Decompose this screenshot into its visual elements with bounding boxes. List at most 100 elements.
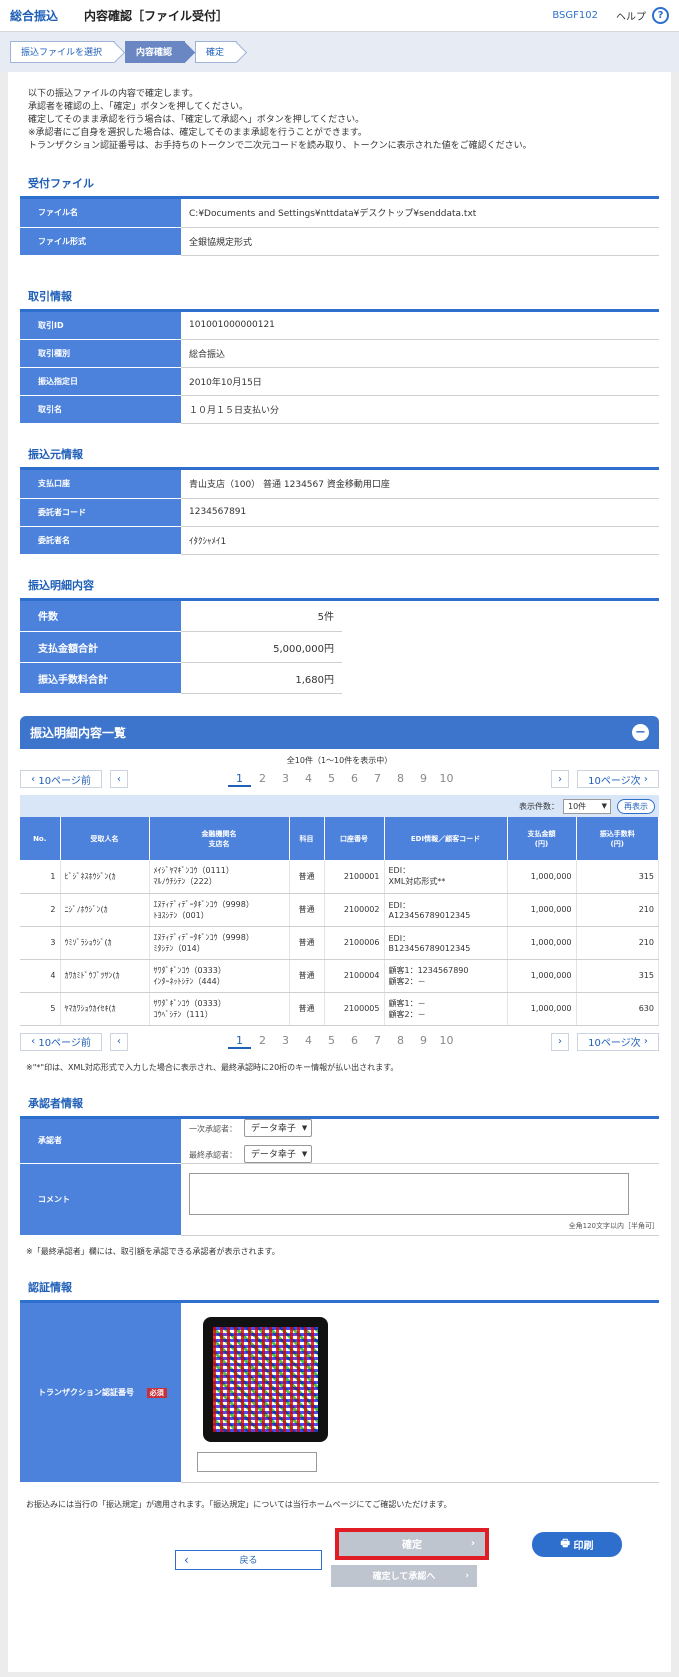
column-header: 口座番号 [324, 817, 385, 860]
comment-cell: 全角120文字以内［半角可］ [181, 1163, 659, 1236]
page-link[interactable]: 10 [435, 772, 458, 787]
page-link[interactable]: 7 [366, 772, 389, 787]
page-link[interactable]: 7 [366, 1034, 389, 1049]
payment-amount: 1,000,000 [507, 959, 577, 993]
page-link[interactable]: 4 [297, 1034, 320, 1049]
table-row: 委託者名 ｲﾀｸｼｬﾒｲ1 [20, 526, 659, 555]
display-count-value: 10件 [568, 801, 587, 811]
final-approver-value: データ幸子 [250, 1150, 296, 1160]
bank-cell: ｻﾜﾀﾞｷﾞﾝｺｳ（0333） ｲﾝﾀｰﾈｯﾄｼﾃﾝ（444） [149, 959, 290, 993]
page-link[interactable]: 9 [412, 1034, 435, 1049]
qr-code-icon [203, 1316, 328, 1442]
row-label: 振込手数料合計 [20, 662, 181, 694]
edi-cell: EDI： A123456789012345 [384, 893, 508, 927]
next-page-button[interactable]: › [551, 1032, 569, 1051]
next-page-button[interactable]: › [551, 770, 569, 788]
page-link[interactable]: 4 [297, 772, 320, 787]
notice-line: 確定してそのまま承認を行う場合は、「確定して承認へ」ボタンを押してください。 [28, 115, 365, 125]
edi-line: 顧客2：－ [388, 976, 426, 986]
help-link[interactable]: ヘルプ ? [616, 7, 669, 24]
page-link[interactable]: 2 [251, 1034, 274, 1049]
notice-line: 以下の振込ファイルの内容で確定します。 [28, 89, 199, 99]
approver-cell: 一次承認者： データ幸子 ▼ 最終承認者： データ幸子 ▼ [181, 1118, 659, 1164]
page-link[interactable]: 3 [274, 772, 297, 787]
approver-section-title: 承認者情報 [28, 1096, 83, 1110]
chevron-down-icon: ▼ [301, 1149, 308, 1158]
transaction-auth-input[interactable] [197, 1451, 317, 1472]
transfer-fee: 210 [576, 926, 659, 960]
table-row: 5 ﾔﾏｶﾜｼｮｳｶｲｾｷ(ｶ ｻﾜﾀﾞｷﾞﾝｺｳ（0333） ｺｳﾍﾞｼﾃﾝ（1… [20, 992, 659, 1026]
prev-10-pages-button[interactable]: ‹ 10ページ前 [20, 770, 102, 788]
notice-text: 以下の振込ファイルの内容で確定します。 承認者を確認の上、「確定」ボタンを押して… [20, 88, 659, 153]
column-header: No. [20, 817, 61, 860]
page: 総合振込 内容確認［ファイル受付］ BSGF102 ヘルプ ? 振込ファイルを選… [0, 0, 679, 1677]
pager-right: › 10ページ次 › [551, 770, 659, 788]
page-link[interactable]: 1 [228, 772, 251, 787]
first-approver-line: 一次承認者： データ幸子 ▼ [189, 1118, 659, 1137]
bank-name: ｻﾜﾀﾞｷﾞﾝｺｳ（0333） [153, 965, 226, 975]
page-link[interactable]: 8 [389, 1034, 412, 1049]
list-section-header: 振込明細内容一覧 − [20, 716, 659, 749]
confirm-and-approve-button[interactable]: 確定して承認へ › [331, 1564, 477, 1587]
payee-name: ﾆｼﾞﾉﾎｳｼﾞﾝ(ｶ [60, 893, 150, 927]
redisplay-button[interactable]: 再表示 [617, 798, 655, 814]
comment-textarea[interactable] [189, 1173, 629, 1215]
next-10-pages-button[interactable]: 10ページ次 › [577, 1032, 659, 1051]
header: 総合振込 内容確認［ファイル受付］ BSGF102 ヘルプ ? [0, 0, 679, 32]
step-select-file: 振込ファイルを選択 [10, 41, 116, 63]
branch-name: ｲﾝﾀｰﾈｯﾄｼﾃﾝ（444） [153, 976, 225, 986]
table-row: トランザクション認証番号 必須 [20, 1302, 659, 1483]
payment-amount: 1,000,000 [507, 926, 577, 960]
minus-icon[interactable]: − [632, 724, 649, 741]
notice-line: 承認者を確認の上、「確定」ボタンを押してください。 [28, 102, 248, 112]
payment-amount: 1,000,000 [507, 992, 577, 1026]
page-link[interactable]: 9 [412, 772, 435, 787]
page-link[interactable]: 1 [228, 1034, 251, 1049]
account-type: 普通 [289, 992, 325, 1026]
page-link[interactable]: 2 [251, 772, 274, 787]
prev-page-button[interactable]: ‹ [110, 770, 128, 788]
account-number: 2100002 [324, 893, 385, 927]
row-no: 3 [20, 926, 61, 960]
page-link[interactable]: 10 [435, 1034, 458, 1049]
confirm-button[interactable]: 確定 › [335, 1527, 489, 1560]
column-header: EDI情報／顧客コード [384, 817, 508, 860]
page-link[interactable]: 3 [274, 1034, 297, 1049]
bank-cell: ｴﾇﾃｨﾃﾞｨﾃﾞｰﾀｷﾞﾝｺｳ（9998） ﾄﾖｽｼﾃﾝ（001） [149, 893, 290, 927]
column-header: 受取人名 [60, 817, 150, 860]
next-10-pages-button[interactable]: 10ページ次 › [577, 770, 659, 788]
prev-10-pages-button[interactable]: ‹ 10ページ前 [20, 1032, 102, 1051]
page-link[interactable]: 6 [343, 772, 366, 787]
next-10-label: 10ページ次 [588, 1038, 641, 1049]
prev-10-label: 10ページ前 [38, 775, 91, 787]
notice-line: ※承認者にご自身を選択した場合は、確定してそのまま承認を行うことができます。 [28, 128, 367, 138]
transfer-fee: 315 [576, 860, 659, 894]
prev-page-button[interactable]: ‹ [110, 1032, 128, 1051]
edi-line: A123456789012345 [388, 910, 471, 920]
page-title: 内容確認［ファイル受付］ [84, 9, 229, 23]
edi-line: 顧客1：1234567890 [388, 965, 469, 975]
transfer-fee: 630 [576, 992, 659, 1026]
row-label: 委託者名 [20, 526, 181, 555]
page-link[interactable]: 6 [343, 1034, 366, 1049]
first-approver-value: データ幸子 [250, 1124, 296, 1134]
consignor-name-value: ｲﾀｸｼｬﾒｲ1 [181, 526, 659, 555]
page-link[interactable]: 5 [320, 1034, 343, 1049]
payee-name: ﾋﾞｼﾞﾈｽﾎｳｼﾞﾝ(ｶ [60, 860, 150, 894]
page-link[interactable]: 8 [389, 772, 412, 787]
print-button[interactable]: 🖶 印刷 [532, 1531, 622, 1557]
page-link[interactable]: 5 [320, 772, 343, 787]
bank-name: ｴﾇﾃｨﾃﾞｨﾃﾞｰﾀｷﾞﾝｺｳ（9998） [153, 932, 254, 942]
trade-name-value: １０月１５日支払い分 [181, 395, 659, 424]
final-approver-select[interactable]: データ幸子 ▼ [243, 1144, 313, 1163]
result-count: 全10件（1〜10件を表示中） [286, 756, 393, 765]
first-approver-select[interactable]: データ幸子 ▼ [243, 1118, 313, 1137]
payment-amount: 1,000,000 [507, 893, 577, 927]
pager-right: › 10ページ次 › [551, 1032, 659, 1051]
back-button[interactable]: ‹ 戻る [175, 1549, 322, 1570]
final-approver-line: 最終承認者： データ幸子 ▼ [189, 1144, 659, 1163]
total-amount-value: 5,000,000円 [181, 631, 342, 663]
trade-table: 取引ID 101001000000121 取引種別 総合振込 振込指定日 2010年1… [20, 311, 659, 424]
row-no: 4 [20, 959, 61, 993]
display-count-select[interactable]: 10件 ▼ [563, 798, 611, 814]
